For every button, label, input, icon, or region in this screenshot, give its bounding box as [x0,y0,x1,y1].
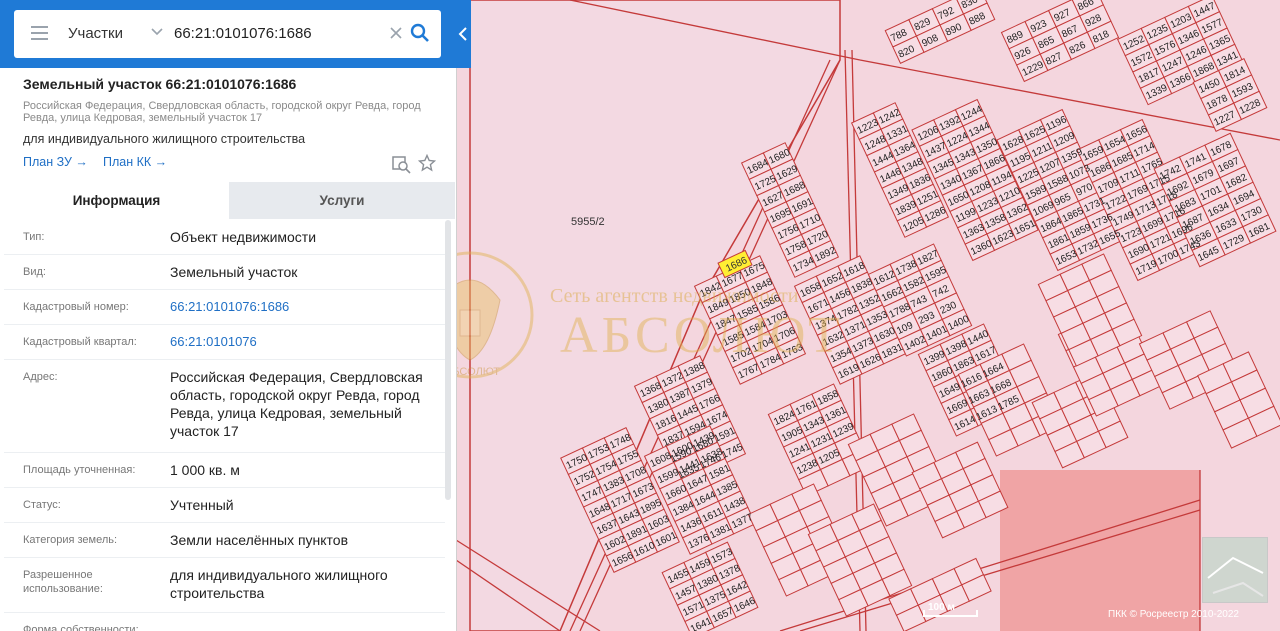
menu-icon[interactable] [31,26,48,40]
search-input[interactable]: 66:21:0101076:1686 [174,10,312,58]
chevron-down-icon[interactable] [150,24,164,38]
search-bar: Участки 66:21:0101076:1686 [0,0,471,68]
close-icon[interactable] [388,25,404,41]
field-row-land-category: Категория земель: Земли населённых пункт… [4,523,445,558]
tab-services[interactable]: Услуги [229,182,455,219]
field-value: Учтенный [170,497,234,513]
field-row-type: Тип: Объект недвижимости [4,220,445,255]
parcel-title: Земельный участок 66:21:0101076:1686 [23,76,297,92]
field-label: Категория земель: [23,534,118,546]
field-row-address: Адрес: Российская Федерация, Свердловска… [4,360,445,453]
panel-scrollbar[interactable] [445,220,451,500]
field-row-ownership: Форма собственности: [4,613,445,631]
plan-kk-link[interactable]: План КК → [103,155,167,169]
field-label: Кадастровый квартал: [23,336,137,348]
star-icon[interactable] [418,154,436,172]
territory-zone-lower-right [1000,470,1200,631]
field-label: Площадь уточненная: [23,464,136,476]
field-label: Тип: [23,231,45,243]
field-value: Объект недвижимости [170,229,317,245]
search-icon[interactable] [410,23,430,43]
field-label: Адрес: [23,371,58,383]
field-label: Вид: [23,266,46,278]
field-label: Статус: [23,499,61,511]
field-value: Земельный участок [170,264,298,280]
scale-bar: 100 м [922,602,982,620]
big-parcel-label: 5955/2 [571,216,605,228]
field-value: 1 000 кв. м [170,462,240,478]
scale-label: 100 м [928,602,955,613]
field-label: Разрешенное использование: [23,569,103,595]
tab-information[interactable]: Информация [4,182,229,219]
field-row-cadastral-quarter: Кадастровый квартал: 66:21:0101076 [4,325,445,360]
field-row-area: Площадь уточненная: 1 000 кв. м [4,453,445,488]
field-row-cadastral-number: Кадастровый номер: 66:21:0101076:1686 [4,290,445,325]
field-row-permitted-use: Разрешенное использование: для индивидуа… [4,558,445,613]
field-row-status: Статус: Учтенный [4,488,445,523]
parcel-usage: для индивидуального жилищного строительс… [23,132,306,146]
field-label: Кадастровый номер: [23,301,129,313]
cadastral-quarter-link[interactable]: 66:21:0101076 [170,333,440,351]
map-search-icon[interactable] [391,154,411,174]
search-box: Участки 66:21:0101076:1686 [14,10,441,58]
minimap[interactable] [1202,537,1268,603]
plan-zu-link[interactable]: План ЗУ → [23,155,88,169]
info-panel: Земельный участок 66:21:0101076:1686 Рос… [0,68,457,631]
search-type-select[interactable]: Участки [68,10,123,58]
field-value: Российская Федерация, Свердловская облас… [170,369,423,439]
parcel-address-short: Российская Федерация, Свердловская облас… [23,100,421,124]
chevron-left-icon[interactable] [456,22,471,46]
field-row-kind: Вид: Земельный участок [4,255,445,290]
cadastral-number-link[interactable]: 66:21:0101076:1686 [170,298,440,316]
field-label: Форма собственности: [23,624,139,631]
copyright: ПКК © Росреестр 2010-2022 [1108,609,1239,620]
tabs: Информация Услуги [4,182,455,219]
field-value: Земли населённых пунктов [170,532,349,548]
field-value: для индивидуального жилищного строительс… [170,567,388,601]
